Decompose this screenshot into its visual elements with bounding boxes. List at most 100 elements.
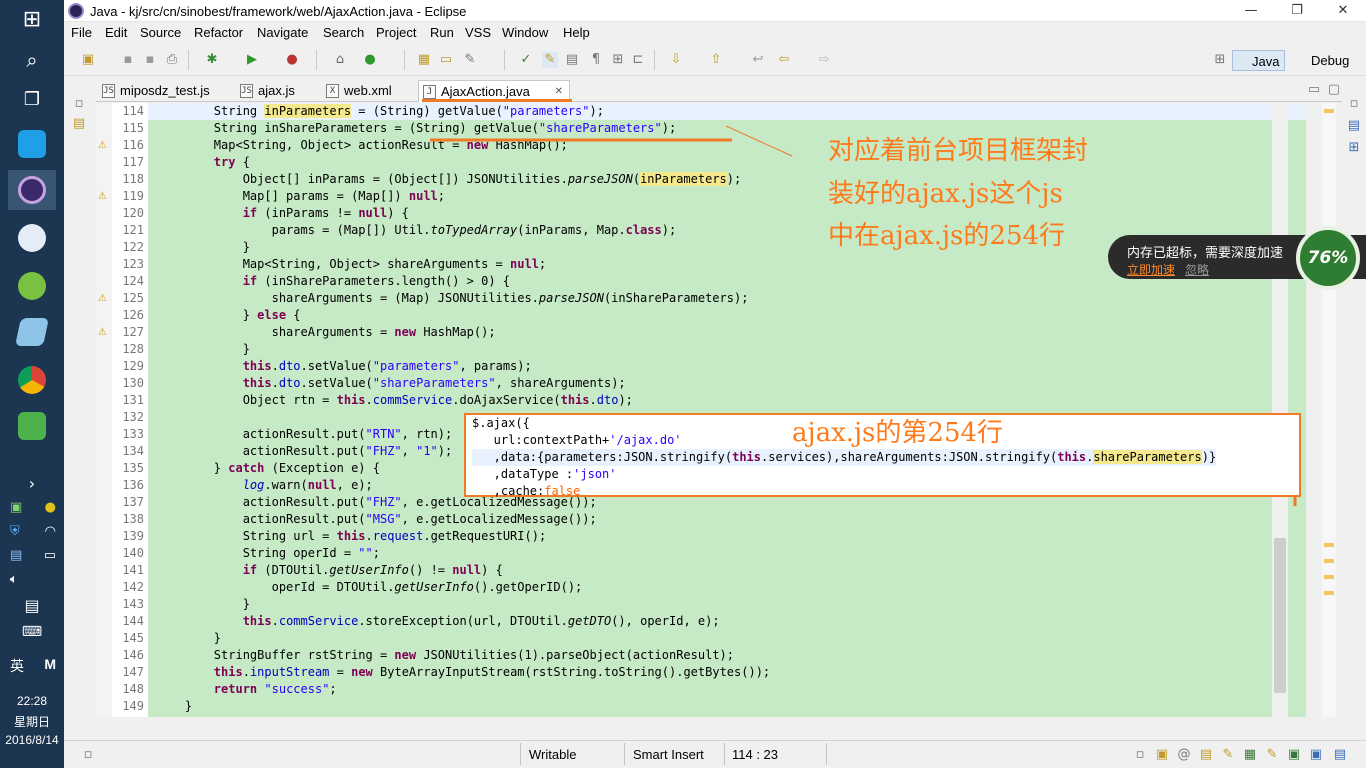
new-java-project-icon[interactable]: ⌂ [332, 52, 348, 68]
status-tool-icon[interactable]: ▫ [1132, 747, 1148, 763]
code-line-128[interactable]: } [156, 341, 250, 358]
code-line-138[interactable]: actionResult.put("MSG", e.getLocalizedMe… [156, 511, 597, 528]
code-line-141[interactable]: if (DTOUtil.getUserInfo() != null) { [156, 562, 503, 579]
code-line-149[interactable]: } [156, 698, 192, 715]
wifi-icon[interactable]: ◠ [45, 524, 56, 539]
format-icon[interactable]: ⊏ [630, 52, 646, 68]
code-line-142[interactable]: operId = DTOUtil.getUserInfo().getOperID… [156, 579, 583, 596]
code-line-144[interactable]: this.commService.storeException(url, DTO… [156, 613, 720, 630]
warning-icon[interactable]: ⚠ [98, 327, 110, 339]
show-whitespace-icon[interactable]: ¶ [588, 52, 604, 68]
code-line-118[interactable]: Object[] inParams = (Object[]) JSONUtili… [156, 171, 741, 188]
perspective-java[interactable]: Java [1232, 50, 1286, 71]
overview-mark[interactable] [1324, 575, 1334, 579]
clock-time[interactable]: 22:28 [0, 694, 64, 708]
menu-vss[interactable]: VSS [465, 25, 491, 40]
status-tool-icon[interactable]: ▣ [1308, 747, 1324, 763]
code-line-125[interactable]: shareArguments = (Map) JSONUtilities.par… [156, 290, 749, 307]
tab-miposdz-test-js[interactable]: JS miposdz_test.js [98, 80, 233, 102]
code-line-139[interactable]: String url = this.request.getRequestURI(… [156, 528, 546, 545]
accelerate-now-link[interactable]: 立即加速 [1127, 261, 1175, 278]
block-selection-icon[interactable]: ▤ [564, 52, 580, 68]
status-tool-icon[interactable]: ✎ [1264, 747, 1280, 763]
menu-project[interactable]: Project [376, 25, 416, 40]
warning-icon[interactable]: ⚠ [98, 293, 110, 305]
new-class-icon[interactable]: ● [362, 52, 378, 68]
save-icon[interactable]: ▪ [120, 52, 136, 68]
code-line-133[interactable]: actionResult.put("RTN", rtn); [156, 426, 453, 443]
code-line-119[interactable]: Map[] params = (Map[]) null; [156, 188, 445, 205]
code-line-116[interactable]: Map<String, Object> actionResult = new H… [156, 137, 568, 154]
ime-indicator[interactable]: 英 M [10, 656, 56, 676]
ime-lang[interactable]: 英 [10, 656, 24, 676]
code-line-117[interactable]: try { [156, 154, 250, 171]
external-tools-icon[interactable]: ● [284, 52, 300, 68]
menu-run[interactable]: Run [430, 25, 454, 40]
overview-mark[interactable] [1324, 591, 1334, 595]
code-line-146[interactable]: StringBuffer rstString = new JSONUtiliti… [156, 647, 734, 664]
scrollbar-thumb[interactable] [1274, 538, 1286, 693]
restore-view-icon[interactable]: ▫ [71, 96, 87, 112]
code-line-123[interactable]: Map<String, Object> shareArguments = nul… [156, 256, 546, 273]
open-folder-icon[interactable]: ▭ [438, 52, 454, 68]
next-annotation-icon[interactable]: ⇩ [668, 52, 684, 68]
overview-ruler[interactable] [1322, 103, 1336, 717]
taskbar-app-paint[interactable] [8, 218, 56, 258]
status-tool-icon[interactable]: ▦ [1242, 747, 1258, 763]
maximize-button[interactable]: ❐ [1274, 0, 1320, 22]
overview-mark[interactable] [1324, 559, 1334, 563]
title-bar[interactable]: Java - kj/src/cn/sinobest/framework/web/… [64, 0, 1366, 22]
taskbar-app-manager[interactable] [8, 266, 56, 306]
maximize-editor-icon[interactable]: ▢ [1326, 82, 1342, 98]
debug-icon[interactable]: ✱ [204, 52, 220, 68]
taskbar-app-browser[interactable] [8, 124, 56, 164]
status-tool-icon[interactable]: ▤ [1198, 747, 1214, 763]
open-perspective-icon[interactable]: ⊞ [1212, 52, 1228, 68]
outline-view-icon[interactable]: ▤ [1346, 118, 1362, 134]
package-explorer-icon[interactable]: ▤ [71, 116, 87, 132]
warning-icon[interactable]: ⚠ [98, 140, 110, 152]
forward-icon[interactable]: ⇨ [816, 52, 832, 68]
clock-weekday[interactable]: 星期日 [0, 713, 64, 730]
warning-icon[interactable]: ⚠ [98, 191, 110, 203]
menu-edit[interactable]: Edit [105, 25, 127, 40]
ignore-link[interactable]: 忽略 [1185, 261, 1209, 278]
ime-mode[interactable]: M [44, 656, 56, 676]
status-tool-icon[interactable]: ▣ [1154, 747, 1170, 763]
highlight-icon[interactable]: ✎ [542, 52, 558, 68]
minimize-editor-icon[interactable]: ▭ [1306, 82, 1322, 98]
status-tool-icon[interactable]: ▣ [1286, 747, 1302, 763]
code-line-114[interactable]: String inParameters = (String) getValue(… [148, 103, 1306, 120]
keyboard-icon[interactable]: ⌨ [0, 624, 64, 640]
print-icon[interactable]: ⎙ [164, 52, 180, 68]
toggle-mark-icon[interactable]: ✓ [518, 52, 534, 68]
overview-mark[interactable] [1324, 543, 1334, 547]
perspective-debug[interactable]: Debug [1292, 50, 1354, 71]
search-tool-icon[interactable]: ✎ [462, 52, 478, 68]
save-all-icon[interactable]: ▪ [142, 52, 158, 68]
back-icon[interactable]: ⇦ [776, 52, 792, 68]
code-line-136[interactable]: log.warn(null, e); [156, 477, 373, 494]
memory-gauge-ball[interactable]: 76% [1296, 226, 1360, 290]
code-line-143[interactable]: } [156, 596, 250, 613]
code-line-129[interactable]: this.dto.setValue("parameters", params); [156, 358, 532, 375]
status-insert-mode[interactable]: Smart Insert [633, 747, 704, 762]
code-line-135[interactable]: } catch (Exception e) { [156, 460, 380, 477]
code-line-120[interactable]: if (inParams != null) { [156, 205, 409, 222]
code-line-140[interactable]: String operId = ""; [156, 545, 380, 562]
tray-expand-icon[interactable]: › [0, 474, 64, 493]
overview-mark[interactable] [1324, 109, 1334, 113]
code-line-131[interactable]: Object rtn = this.commService.doAjaxServ… [156, 392, 633, 409]
search-button[interactable]: ⌕ [8, 40, 56, 80]
tab-web-xml[interactable]: X web.xml [322, 80, 414, 102]
taskbar-app-notes[interactable] [8, 312, 56, 352]
tray-shield-icon[interactable]: ⛨ [10, 524, 20, 539]
new-icon[interactable]: ▣ [80, 52, 96, 68]
java-editor[interactable]: 114 115 116 117 118 119 120 121 122 123 … [96, 103, 1306, 717]
menu-refactor[interactable]: Refactor [194, 25, 243, 40]
menu-navigate[interactable]: Navigate [257, 25, 308, 40]
code-line-145[interactable]: } [156, 630, 221, 647]
prev-annotation-icon[interactable]: ⇧ [708, 52, 724, 68]
code-line-126[interactable]: } else { [156, 307, 301, 324]
menu-search[interactable]: Search [323, 25, 364, 40]
